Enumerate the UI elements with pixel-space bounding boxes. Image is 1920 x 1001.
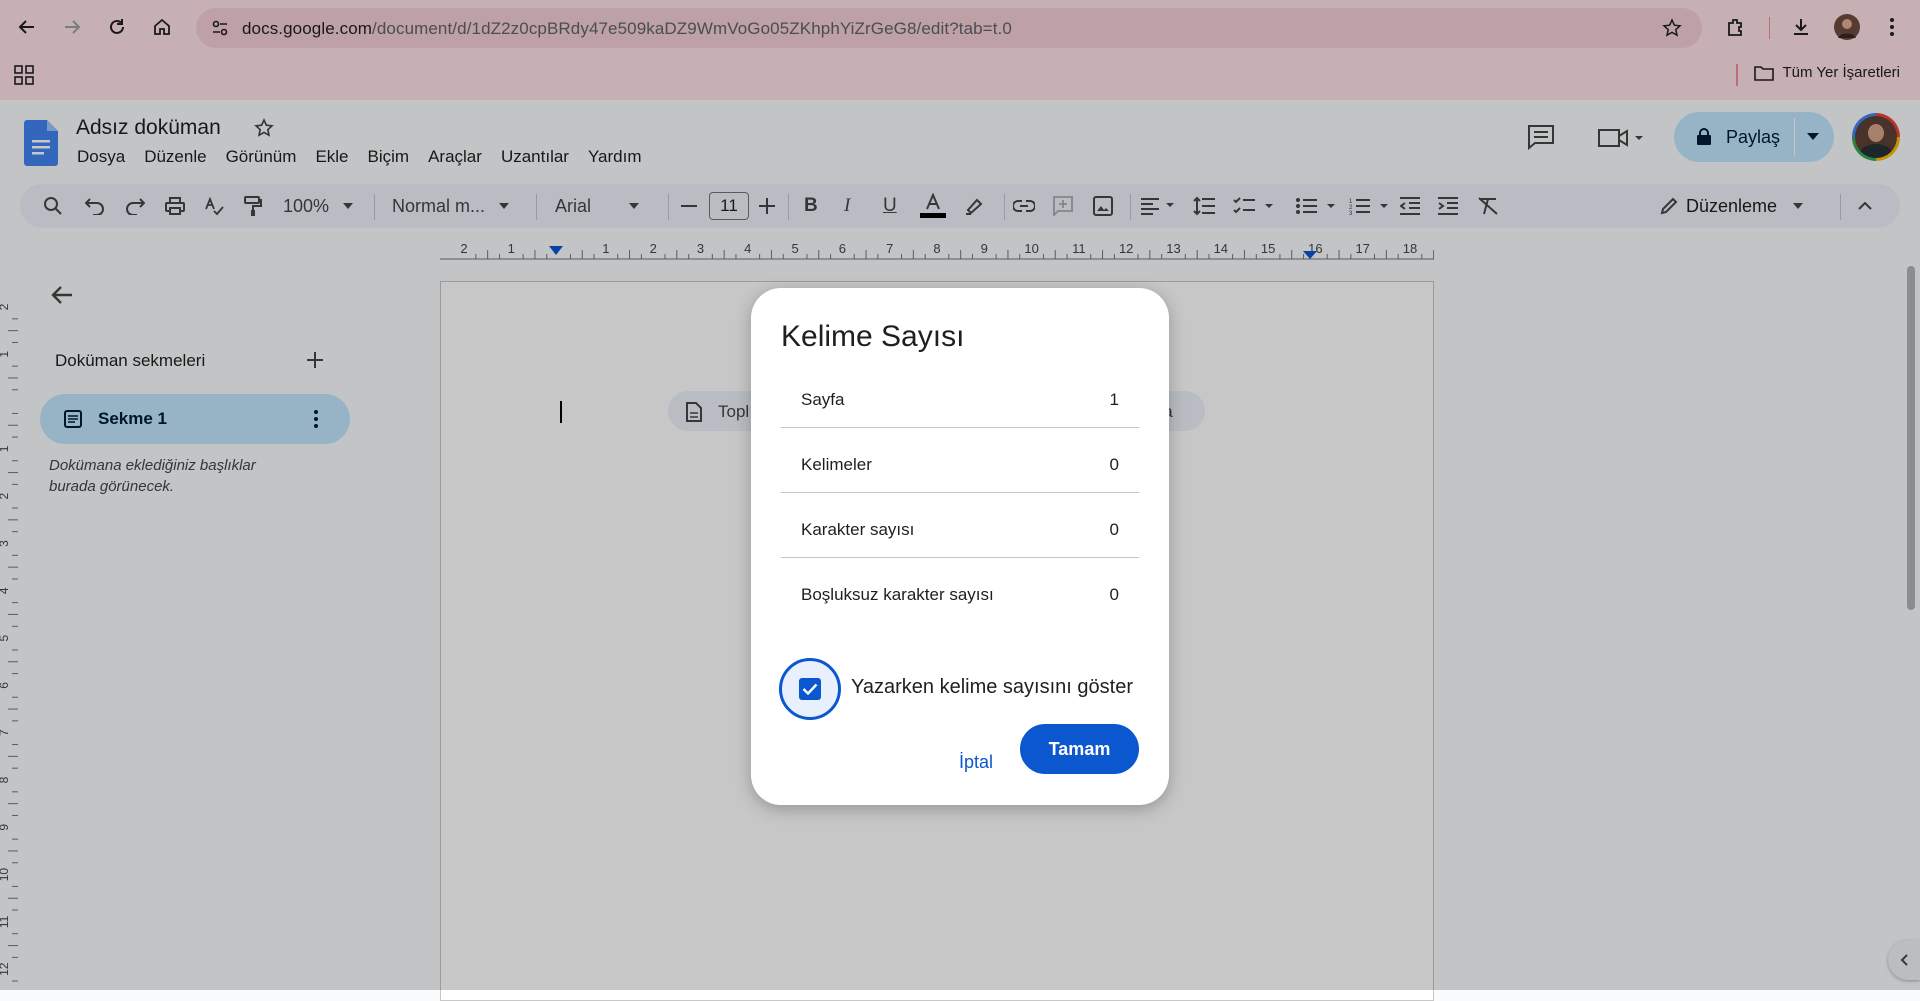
stat-row-words: Kelimeler 0 [781, 428, 1139, 493]
stat-label: Karakter sayısı [801, 520, 915, 539]
ok-button[interactable]: Tamam [1020, 724, 1139, 774]
checkmark-icon [802, 683, 818, 695]
cancel-button[interactable]: İptal [941, 738, 1011, 786]
checkbox-box [799, 678, 821, 700]
show-word-count-checkbox[interactable] [779, 658, 841, 720]
stat-value: 0 [1109, 585, 1119, 604]
stat-row-characters: Karakter sayısı 0 [781, 493, 1139, 558]
stat-value: 0 [1109, 455, 1119, 474]
stat-label: Sayfa [801, 390, 845, 409]
stat-label: Boşluksuz karakter sayısı [801, 585, 994, 604]
stat-row-characters-no-spaces: Boşluksuz karakter sayısı 0 [781, 558, 1139, 623]
stat-value: 1 [1109, 390, 1119, 409]
dialog-title: Kelime Sayısı [781, 320, 965, 353]
stat-row-pages: Sayfa 1 [781, 363, 1139, 428]
stat-label: Kelimeler [801, 455, 872, 474]
stat-value: 0 [1109, 520, 1119, 539]
word-count-dialog: Kelime Sayısı Sayfa 1 Kelimeler 0 Karakt… [751, 288, 1169, 805]
show-word-count-label[interactable]: Yazarken kelime sayısını göster [851, 676, 1133, 699]
